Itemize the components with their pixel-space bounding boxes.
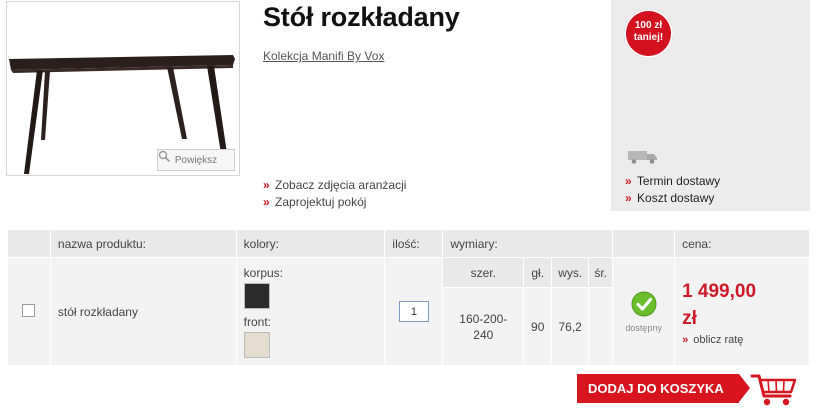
- availability-cell: dostępny: [612, 257, 676, 366]
- select-checkbox[interactable]: [22, 303, 36, 317]
- add-to-cart-button[interactable]: DODAJ DO KOSZYKA: [577, 374, 750, 403]
- raquo-icon: »: [263, 195, 270, 209]
- shopping-cart-icon[interactable]: [750, 372, 798, 408]
- color-cell: korpus: front:: [235, 257, 386, 366]
- raquo-icon: »: [263, 178, 270, 192]
- installment-link[interactable]: » oblicz ratę: [682, 334, 809, 346]
- delivery-cost-link[interactable]: » Koszt dostawy: [625, 190, 720, 207]
- qty-cell: [384, 257, 444, 366]
- color-front-label: front:: [243, 314, 272, 329]
- delivery-box: 100 zł taniej! » Termin dostawy » Koszt …: [611, 0, 810, 211]
- arrangement-photos-link[interactable]: » Zobacz zdjęcia aranżacji: [263, 177, 406, 194]
- color-front-swatch[interactable]: [243, 331, 270, 358]
- color-body-swatch[interactable]: [243, 282, 270, 309]
- raquo-icon: »: [625, 174, 632, 188]
- promo-badge: 100 zł taniej!: [624, 9, 673, 58]
- raquo-icon: »: [682, 333, 689, 346]
- promo-line2: taniej!: [633, 32, 664, 43]
- table-row: stół rozkładany korpus: front: szer. gł.…: [7, 257, 810, 366]
- dim-width: 160-200- 240: [442, 287, 525, 366]
- zoom-label: Powiększ: [174, 154, 218, 166]
- color-body-label: korpus:: [243, 265, 284, 280]
- availability-label: dostępny: [625, 322, 662, 333]
- raquo-icon: »: [625, 191, 632, 205]
- header-colors: kolory:: [235, 229, 386, 258]
- delivery-links: » Termin dostawy » Koszt dostawy: [625, 173, 720, 207]
- product-image[interactable]: Powiększ: [6, 1, 240, 176]
- arrow-shape: [739, 374, 750, 402]
- design-room-link[interactable]: » Zaprojektuj pokój: [263, 194, 406, 211]
- product-table: nazwa produktu: kolory: ilość: wymiary: …: [7, 229, 810, 366]
- dim-header-diameter: śr.: [588, 257, 614, 288]
- table-header-row: nazwa produktu: kolory: ilość: wymiary: …: [7, 229, 810, 258]
- dim-header-depth: gł.: [523, 257, 553, 288]
- zoom-button[interactable]: Powiększ: [157, 149, 235, 171]
- header-price: cena:: [674, 229, 810, 258]
- dim-depth: 90: [523, 287, 553, 366]
- product-name: stół rozkładany: [49, 257, 237, 366]
- delivery-time-link[interactable]: » Termin dostawy: [625, 173, 720, 190]
- add-to-cart-label: DODAJ DO KOSZYKA: [577, 374, 739, 403]
- price-currency: zł: [682, 307, 697, 329]
- product-links: » Zobacz zdjęcia aranżacji » Zaprojektuj…: [263, 177, 406, 211]
- header-qty: ilość:: [384, 229, 444, 258]
- header-dimensions: wymiary:: [442, 229, 614, 258]
- header-checkbox-cell: [7, 229, 51, 258]
- price-amount: 1 499,00: [682, 280, 757, 302]
- header-name: nazwa produktu:: [49, 229, 237, 258]
- available-check-icon: [631, 291, 657, 316]
- price-cell: 1 499,00 zł » oblicz ratę: [674, 257, 810, 366]
- dim-header-height: wys.: [551, 257, 590, 288]
- truck-icon: [628, 151, 657, 164]
- quantity-input[interactable]: [398, 301, 429, 322]
- checkbox-cell: [7, 257, 51, 366]
- dim-height: 76,2: [551, 287, 590, 366]
- dim-diameter: [588, 287, 614, 366]
- promo-line1: 100 zł: [634, 20, 663, 31]
- dim-header-width: szer.: [442, 257, 525, 288]
- header-availability: [612, 229, 676, 258]
- collection-link[interactable]: Kolekcja Manifi By Vox: [263, 49, 384, 63]
- magnifier-icon: [158, 150, 171, 163]
- product-title: Stół rozkładany: [263, 2, 460, 32]
